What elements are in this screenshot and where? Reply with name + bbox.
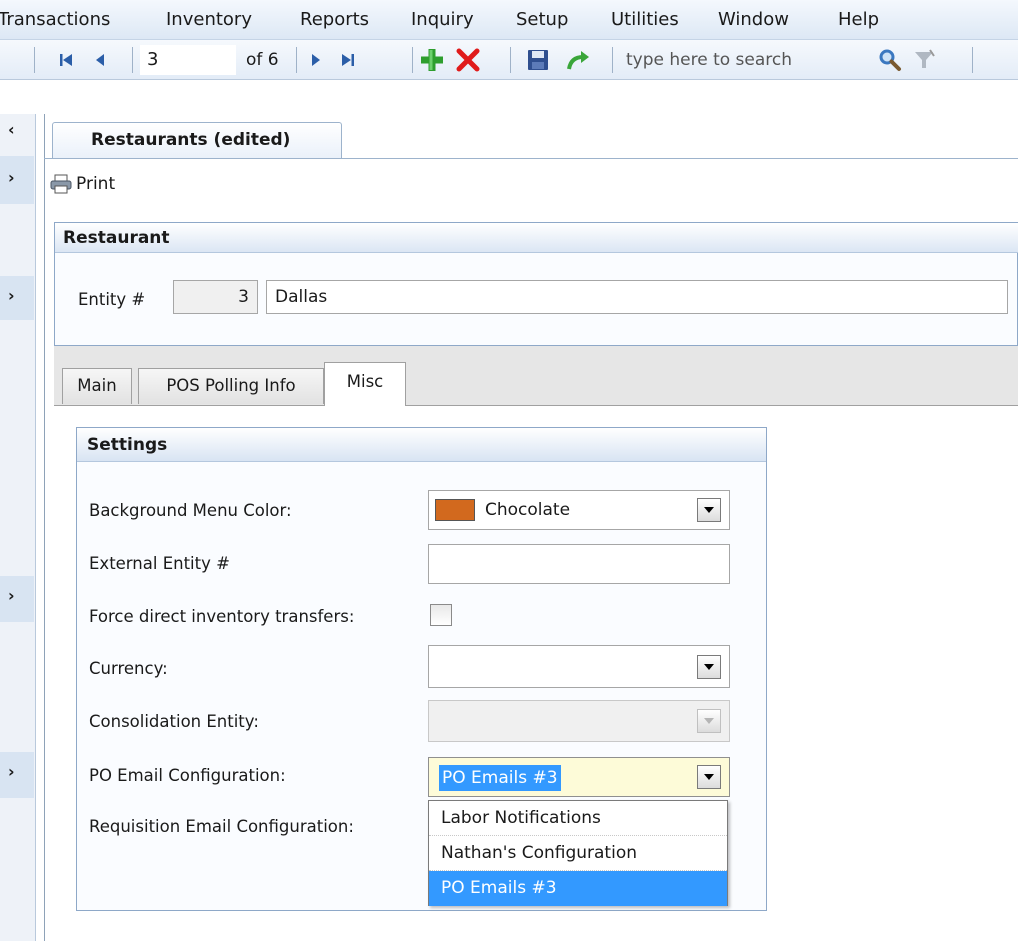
side-panel-section[interactable]: ›: [0, 156, 34, 204]
currency-label: Currency:: [89, 659, 168, 678]
requisition-email-label: Requisition Email Configuration:: [89, 817, 354, 836]
currency-select[interactable]: [428, 645, 730, 688]
external-entity-label: External Entity #: [89, 554, 230, 573]
printer-icon: [50, 174, 72, 194]
search-icon[interactable]: [876, 46, 904, 74]
force-transfers-label: Force direct inventory transfers:: [89, 607, 355, 626]
undo-icon[interactable]: [564, 46, 592, 74]
dropdown-option[interactable]: Labor Notifications: [429, 801, 727, 836]
external-entity-field[interactable]: [428, 544, 730, 584]
entity-number-label: Entity #: [78, 290, 146, 309]
last-record-icon[interactable]: [334, 46, 362, 74]
background-color-label: Background Menu Color:: [89, 501, 292, 520]
menu-inventory[interactable]: Inventory: [166, 0, 252, 40]
navigation-toolbar: 3 of 6 type here to search: [0, 40, 1018, 80]
menu-bar: Transactions Inventory Reports Inquiry S…: [0, 0, 1018, 40]
entity-name-field[interactable]: Dallas: [266, 280, 1008, 314]
menu-setup[interactable]: Setup: [516, 0, 568, 40]
toolbar-separator: [412, 47, 413, 73]
chevron-down-icon[interactable]: [697, 765, 721, 789]
po-email-select[interactable]: PO Emails #3: [428, 757, 730, 797]
left-side-panel: [0, 114, 36, 941]
record-number-input[interactable]: 3: [140, 45, 236, 75]
background-color-value: Chocolate: [485, 500, 571, 520]
first-record-icon[interactable]: [52, 46, 80, 74]
prev-record-icon[interactable]: [86, 46, 114, 74]
expand-icon: ›: [8, 762, 15, 781]
background-color-select[interactable]: Chocolate: [428, 490, 730, 530]
expand-icon: ›: [8, 168, 15, 187]
toolbar-separator: [612, 47, 613, 73]
side-panel-section[interactable]: ›: [0, 576, 34, 622]
print-label: Print: [76, 174, 116, 194]
tab-misc[interactable]: Misc: [324, 362, 406, 406]
toolbar-separator: [510, 47, 511, 73]
chevron-down-icon[interactable]: [697, 655, 721, 679]
filter-icon[interactable]: [910, 46, 938, 74]
force-transfers-checkbox[interactable]: [430, 604, 452, 626]
color-swatch: [435, 499, 475, 521]
restaurant-section-title: Restaurant: [55, 223, 1018, 253]
entity-number-field: 3: [173, 280, 258, 314]
consolidation-label: Consolidation Entity:: [89, 712, 259, 731]
po-email-label: PO Email Configuration:: [89, 766, 286, 785]
document-tab[interactable]: Restaurants (edited): [52, 122, 342, 158]
toolbar-separator: [34, 47, 35, 73]
delete-icon[interactable]: [454, 46, 482, 74]
side-panel-section[interactable]: ›: [0, 276, 34, 320]
settings-section-title: Settings: [77, 428, 766, 462]
chevron-down-icon: [697, 709, 721, 733]
collapse-panel-icon[interactable]: ‹: [8, 120, 15, 139]
dropdown-option-selected[interactable]: PO Emails #3: [429, 871, 727, 906]
add-icon[interactable]: [418, 46, 446, 74]
dropdown-option[interactable]: Nathan's Configuration: [429, 836, 727, 871]
search-input[interactable]: type here to search: [624, 45, 864, 75]
consolidation-select: [428, 700, 730, 742]
tab-divider: [44, 158, 1018, 159]
save-icon[interactable]: [524, 46, 552, 74]
expand-icon: ›: [8, 586, 15, 605]
menu-reports[interactable]: Reports: [300, 0, 369, 40]
menu-window[interactable]: Window: [718, 0, 789, 40]
po-email-value: PO Emails #3: [439, 765, 561, 791]
toolbar-separator: [296, 47, 297, 73]
tab-main[interactable]: Main: [62, 368, 132, 404]
toolbar-separator: [132, 47, 133, 73]
menu-transactions[interactable]: Transactions: [0, 0, 110, 40]
print-button[interactable]: Print: [50, 171, 115, 197]
po-email-dropdown-list: Labor Notifications Nathan's Configurati…: [428, 800, 728, 906]
toolbar-separator: [972, 47, 973, 73]
side-panel-section[interactable]: ›: [0, 752, 34, 798]
next-record-icon[interactable]: [302, 46, 330, 74]
menu-utilities[interactable]: Utilities: [611, 0, 679, 40]
tab-pos-polling-info[interactable]: POS Polling Info: [138, 368, 324, 404]
menu-inquiry[interactable]: Inquiry: [411, 0, 474, 40]
menu-help[interactable]: Help: [838, 0, 879, 40]
expand-icon: ›: [8, 286, 15, 305]
record-count-label: of 6: [246, 50, 279, 70]
chevron-down-icon[interactable]: [697, 498, 721, 522]
